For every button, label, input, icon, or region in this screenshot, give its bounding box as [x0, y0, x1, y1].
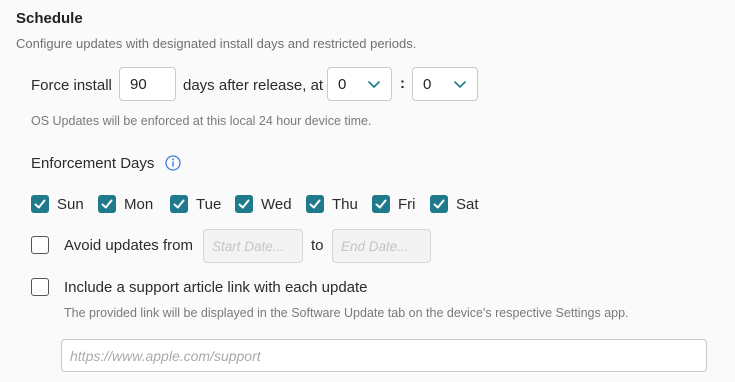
support-url-input[interactable]: https://www.apple.com/support [61, 339, 707, 372]
checkmark-icon [309, 199, 321, 209]
day-label-mon: Mon [124, 196, 154, 213]
checkbox-thu[interactable] [306, 195, 324, 213]
day-label-fri: Fri [398, 196, 416, 213]
checkmark-icon [173, 199, 185, 209]
checkbox-sun[interactable] [31, 195, 49, 213]
checkbox-sat[interactable] [430, 195, 448, 213]
minute-select[interactable]: 0 [412, 67, 478, 101]
chevron-down-icon [368, 77, 380, 95]
section-subtitle: Configure updates with designated instal… [16, 36, 417, 51]
start-date-input[interactable]: Start Date... [203, 229, 303, 263]
days-after-release-label: days after release, at [183, 77, 324, 94]
info-circle-icon[interactable] [165, 155, 181, 171]
day-label-wed: Wed [261, 196, 292, 213]
day-label-thu: Thu [332, 196, 358, 213]
day-label-tue: Tue [196, 196, 222, 213]
checkmark-icon [375, 199, 387, 209]
checkbox-mon[interactable] [98, 195, 116, 213]
support-link-label: Include a support article link with each… [64, 279, 368, 296]
avoid-updates-checkbox[interactable] [31, 236, 49, 254]
checkmark-icon [238, 199, 250, 209]
checkmark-icon [433, 199, 445, 209]
checkbox-wed[interactable] [235, 195, 253, 213]
date-range-to-label: to [311, 237, 324, 254]
day-label-sat: Sat [456, 196, 479, 213]
checkmark-icon [101, 199, 113, 209]
section-title: Schedule [16, 10, 83, 27]
support-link-note: The provided link will be displayed in t… [64, 306, 629, 320]
hour-select-value: 0 [338, 76, 347, 93]
day-label-sun: Sun [57, 196, 84, 213]
chevron-down-icon [454, 77, 466, 95]
end-date-input[interactable]: End Date... [332, 229, 431, 263]
days-after-release-input[interactable]: 90 [119, 67, 176, 101]
support-link-checkbox[interactable] [31, 278, 49, 296]
force-install-label: Force install [31, 77, 112, 94]
time-separator: : [400, 75, 405, 92]
hour-select[interactable]: 0 [327, 67, 392, 101]
checkbox-fri[interactable] [372, 195, 390, 213]
force-install-note: OS Updates will be enforced at this loca… [31, 114, 372, 128]
avoid-updates-label: Avoid updates from [64, 237, 193, 254]
enforcement-days-label: Enforcement Days [31, 155, 155, 172]
checkmark-icon [34, 199, 46, 209]
minute-select-value: 0 [423, 76, 432, 93]
checkbox-tue[interactable] [170, 195, 188, 213]
